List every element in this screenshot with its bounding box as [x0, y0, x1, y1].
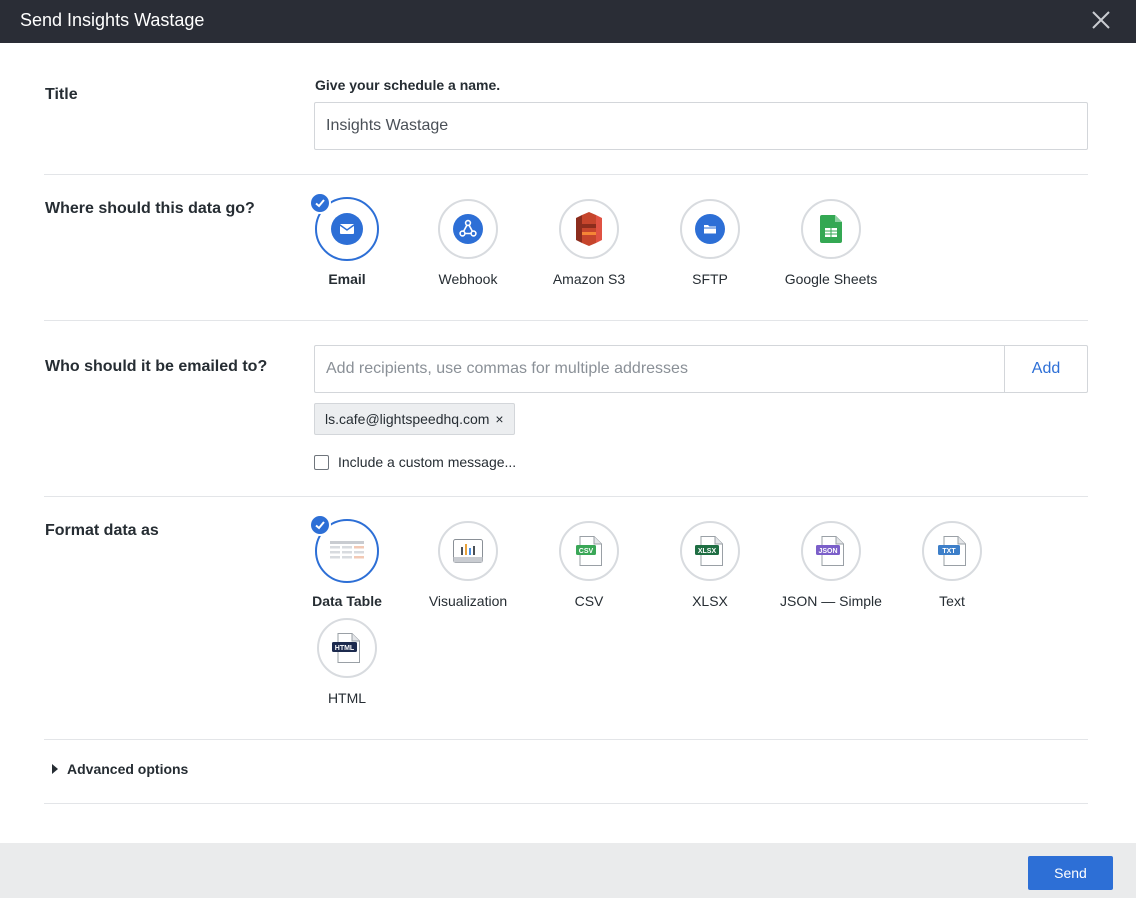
schedule-name-input[interactable]: [314, 102, 1088, 150]
destination-option-circle: [309, 192, 379, 261]
format-option-json-simple[interactable]: JSON JSON — Simple: [776, 521, 886, 609]
format-option-label: CSV: [574, 593, 604, 609]
destination-option-circle: [559, 199, 619, 259]
html-file-icon: HTML: [332, 633, 360, 663]
format-option-circle: TXT: [922, 521, 982, 581]
destination-option-label: Google Sheets: [784, 271, 878, 287]
dialog-footer: [0, 843, 1136, 898]
format-option-label: Visualization: [428, 593, 508, 609]
format-option-circle: JSON: [801, 521, 861, 581]
close-icon[interactable]: [1090, 9, 1112, 31]
format-option-text[interactable]: TXT Text: [897, 521, 1007, 609]
xlsx-badge: XLSX: [698, 548, 717, 555]
amazon-s3-icon: [576, 212, 602, 246]
send-button[interactable]: Send: [1028, 856, 1113, 890]
csv-file-icon: CSV: [576, 536, 602, 566]
section-divider: [44, 320, 1088, 321]
visualization-icon: [453, 539, 483, 563]
remove-recipient-icon[interactable]: ×: [495, 411, 503, 427]
sftp-folder-icon: [695, 214, 725, 244]
destination-option-webhook[interactable]: Webhook: [413, 199, 523, 287]
format-option-label: HTML: [327, 690, 367, 706]
section-divider: [44, 174, 1088, 175]
destination-option-label: Webhook: [438, 271, 498, 287]
format-option-circle: HTML: [317, 618, 377, 678]
selected-check-icon: [309, 192, 331, 214]
section-divider: [44, 739, 1088, 740]
format-option-label: Text: [939, 593, 965, 609]
title-hint: Give your schedule a name.: [315, 77, 501, 93]
add-recipient-button[interactable]: Add: [1004, 345, 1088, 393]
format-option-circle: [309, 514, 379, 583]
selected-check-icon: [309, 514, 331, 536]
custom-message-checkbox[interactable]: [314, 454, 329, 470]
format-option-label: Data Table: [312, 593, 382, 609]
txt-badge: TXT: [942, 548, 956, 555]
dialog-title: Send Insights Wastage: [20, 10, 205, 30]
email-icon: [331, 213, 363, 245]
csv-badge: CSV: [579, 548, 594, 555]
recipients-label: Who should it be emailed to?: [45, 358, 268, 375]
destination-option-label: Amazon S3: [552, 271, 626, 287]
destination-option-circle: [680, 199, 740, 259]
format-option-csv[interactable]: CSV CSV: [534, 521, 644, 609]
advanced-options-label: Advanced options: [67, 761, 189, 777]
section-divider: [44, 496, 1088, 497]
text-file-icon: TXT: [938, 536, 966, 566]
destination-option-circle: [438, 199, 498, 259]
custom-message-row: Include a custom message...: [314, 453, 516, 471]
title-label: Title: [45, 86, 78, 103]
google-sheets-icon: [820, 215, 842, 243]
custom-message-label[interactable]: Include a custom message...: [338, 454, 516, 470]
destination-option-sftp[interactable]: SFTP: [655, 199, 765, 287]
recipient-chip: ls.cafe@lightspeedhq.com ×: [314, 403, 515, 435]
caret-right-icon: [52, 764, 58, 774]
destination-option-circle: [801, 199, 861, 259]
format-label: Format data as: [45, 522, 159, 539]
format-option-circle: XLSX: [680, 521, 740, 581]
destination-option-amazon-s3[interactable]: Amazon S3: [534, 199, 644, 287]
format-option-data-table[interactable]: Data Table: [292, 514, 402, 609]
format-option-circle: [438, 521, 498, 581]
dialog-titlebar: Send Insights Wastage: [0, 0, 1136, 43]
format-option-circle: CSV: [559, 521, 619, 581]
json-badge: JSON: [818, 548, 837, 555]
format-option-label: JSON — Simple: [780, 593, 882, 609]
destination-label: Where should this data go?: [45, 200, 255, 217]
webhook-icon: [453, 214, 483, 244]
section-divider: [44, 803, 1088, 804]
html-badge: HTML: [335, 645, 355, 652]
xlsx-file-icon: XLSX: [695, 536, 723, 566]
destination-option-google-sheets[interactable]: Google Sheets: [776, 199, 886, 287]
format-option-visualization[interactable]: Visualization: [413, 521, 523, 609]
advanced-options-toggle[interactable]: Advanced options: [52, 761, 188, 777]
destination-option-label: SFTP: [692, 271, 728, 287]
recipient-email: ls.cafe@lightspeedhq.com: [325, 411, 490, 427]
format-option-html[interactable]: HTML HTML: [292, 618, 402, 706]
destination-option-email[interactable]: Email: [292, 192, 402, 287]
recipients-input[interactable]: [314, 345, 1005, 393]
format-option-xlsx[interactable]: XLSX XLSX: [655, 521, 765, 609]
destination-option-label: Email: [328, 271, 366, 287]
data-table-icon: [330, 541, 364, 559]
json-file-icon: JSON: [816, 536, 844, 566]
format-option-label: XLSX: [692, 593, 728, 609]
